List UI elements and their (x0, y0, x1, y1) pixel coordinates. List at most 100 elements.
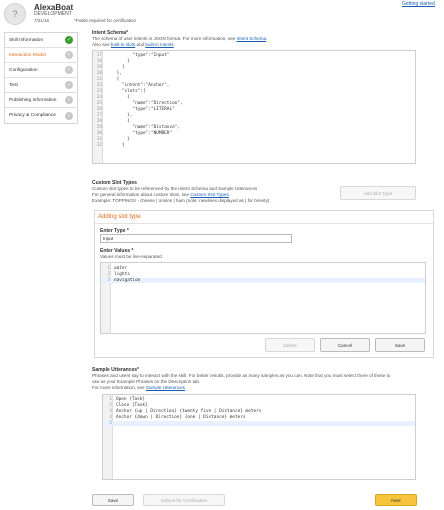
intent-schema-desc-text: The schema of user intents in JSON forma… (92, 36, 237, 41)
code-line: 28 { (93, 119, 415, 124)
line-number: 17 (96, 53, 102, 58)
built-in-slots-link[interactable]: built-in slots (111, 42, 135, 47)
code-text: lights (114, 272, 130, 277)
line-number: 20 (96, 71, 102, 76)
intent-schema-link[interactable]: Intent Schema (237, 36, 267, 41)
line-number: 30 (96, 131, 102, 136)
code-line: 1 water (101, 266, 425, 271)
code-line: 24 { (93, 95, 415, 100)
code-line: 23 "slots":[ (93, 89, 415, 94)
line-number: 1 (109, 397, 112, 402)
code-text: Anchor {down | Direction} {one | Distanc… (116, 415, 246, 420)
sidebar-item-interaction-model[interactable]: Interaction Model ✓ (5, 48, 77, 63)
header: ? AlexaBoat DEVELOPMENT 7/21/16 *Fields … (0, 0, 444, 26)
custom-slot-types-link[interactable]: Custom Slot Types (190, 192, 228, 197)
code-text: navigation (114, 278, 141, 283)
slot-values-editor[interactable]: 1 water 2 lights 3 navigation (100, 262, 426, 334)
sample-utterances-editor[interactable]: 1 Open {Task} 2 Close {Task} 3 Anchor {up | D… (102, 394, 416, 480)
code-text: ] (106, 143, 125, 148)
sidebar-item-test[interactable]: Test ✓ (5, 78, 77, 93)
built-in-intents-link[interactable]: built-in intents (145, 42, 173, 47)
card-divider (94, 223, 434, 224)
code-line: 2 Close {Task} (103, 403, 415, 408)
slot-type-input[interactable]: Input (100, 234, 292, 243)
line-number: 28 (96, 119, 102, 124)
line-number: 18 (96, 59, 102, 64)
delete-slot-button[interactable]: Delete (265, 338, 315, 352)
save-slot-button[interactable]: Save (375, 338, 425, 352)
sidebar-item-configuration[interactable]: Configuration ✓ (5, 63, 77, 78)
code-line: 27 }, (93, 113, 415, 118)
line-number: 3 (109, 409, 112, 414)
sidebar-item-publishing-information[interactable]: Publishing Information ✓ (5, 93, 77, 108)
adding-slot-type-title: Adding slot type (98, 214, 141, 220)
sample-utterances-desc-3-text: For more information, see (92, 385, 146, 390)
code-line: 3 navigation (101, 278, 425, 283)
getting-started-link[interactable]: Getting started (402, 1, 435, 7)
code-line: 4 Anchor {down | Direction} {one | Distan… (103, 415, 415, 420)
code-text: } (106, 137, 130, 142)
code-line: 20 }, (93, 71, 415, 76)
code-line: 22 "intent":"Anchor", (93, 83, 415, 88)
code-text: }, (106, 71, 122, 76)
code-text: ] (106, 65, 125, 70)
sidebar-item-label: Publishing Information (9, 97, 57, 103)
line-number: 2 (109, 403, 112, 408)
code-text: "name":"Distance", (106, 125, 181, 130)
sidebar-item-privacy-compliance[interactable]: Privacy & Compliance ✓ (5, 108, 77, 123)
add-slot-type-button[interactable]: Add Slot Type (340, 186, 416, 200)
sidebar-nav: Skill Information ✓ Interaction Model ✓ Conf… (4, 32, 78, 124)
custom-slot-desc-2-end: . (228, 192, 231, 197)
submit-for-certification-button[interactable]: Submit for Certification (143, 494, 225, 506)
intent-schema-desc-2-text: Also see (92, 42, 111, 47)
line-number: 27 (96, 113, 102, 118)
code-text: water (114, 266, 128, 271)
code-line: 2 lights (101, 272, 425, 277)
checkmark-icon: ✓ (65, 66, 73, 74)
line-number: 1 (107, 266, 110, 271)
cancel-slot-button[interactable]: Cancel (320, 338, 370, 352)
sidebar-item-skill-information[interactable]: Skill Information ✓ (5, 33, 77, 48)
code-text: }, (106, 113, 133, 118)
line-number: 24 (96, 95, 102, 100)
code-text: } (106, 59, 130, 64)
checkmark-icon: ✓ (65, 96, 73, 104)
sample-utterances-link[interactable]: Sample Utterances (146, 385, 185, 390)
code-line: 18 } (93, 59, 415, 64)
line-number: 4 (109, 415, 112, 420)
code-text: "type":"LITERAL" (106, 107, 175, 112)
code-line: 21 { (93, 77, 415, 82)
skill-stage: DEVELOPMENT (34, 11, 72, 17)
avatar-glyph: ? (12, 9, 18, 19)
sidebar-item-label: Skill Information (9, 37, 44, 43)
line-number: 25 (96, 101, 102, 106)
code-line: 17 "type":"Input" (93, 53, 415, 58)
intent-schema-desc-end: . (266, 36, 268, 41)
code-line: 32 ] (93, 143, 415, 148)
intent-schema-editor[interactable]: 17 "type":"Input" 18 } 19 ] 20 }, 21 {22 "in… (92, 50, 416, 164)
skill-avatar-icon: ? (4, 3, 26, 25)
code-line: 3 Anchor {up | Direction} {twenty five | … (103, 409, 415, 414)
line-number: 26 (96, 107, 102, 112)
sidebar-item-label: Configuration (9, 67, 38, 73)
save-button[interactable]: Save (92, 494, 134, 506)
sidebar-item-label: Privacy & Compliance (9, 113, 56, 118)
code-line: 25 "name":"Direction", (93, 101, 415, 106)
custom-slot-example: Example: TOPPINGS - cheese | onions | ha… (92, 198, 270, 203)
code-text: "type":"NUMBER" (106, 131, 173, 136)
checkmark-icon: ✓ (65, 36, 73, 44)
code-line: 30 "type":"NUMBER" (93, 131, 415, 136)
intent-schema-desc-2-end: . (173, 42, 176, 47)
checkmark-icon: ✓ (65, 111, 73, 120)
line-number: 31 (96, 137, 102, 142)
skill-date: 7/21/16 (34, 18, 50, 23)
next-button[interactable]: Next (375, 494, 417, 506)
code-text: "intent":"Anchor", (106, 83, 170, 88)
code-text: Close {Task} (116, 403, 148, 408)
line-number: 21 (96, 77, 102, 82)
code-text: { (106, 119, 130, 124)
code-line: 5 (103, 421, 415, 426)
line-number: 29 (96, 125, 102, 130)
code-text: { (106, 95, 130, 100)
sidebar-item-label: Test (9, 82, 18, 88)
